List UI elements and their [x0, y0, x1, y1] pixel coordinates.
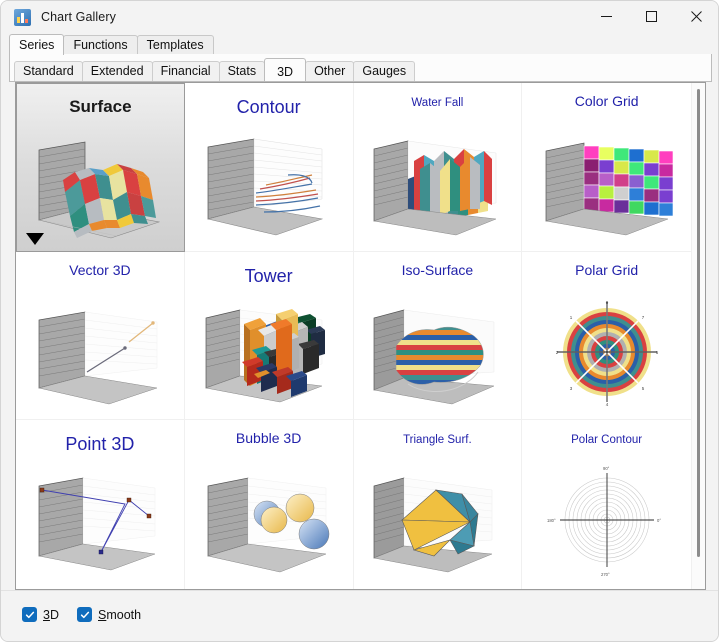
svg-text:4: 4: [605, 402, 608, 407]
chart-gallery-icon: [14, 8, 31, 26]
bubble-3d-thumb: [194, 464, 344, 578]
gallery-item-vector-3d[interactable]: Vector 3D: [16, 251, 185, 421]
tab-templates[interactable]: Templates: [136, 35, 214, 55]
svg-text:5: 5: [641, 386, 644, 391]
svg-text:6: 6: [655, 350, 658, 355]
svg-text:7: 7: [641, 315, 644, 320]
polar-label-left: 180°: [547, 518, 556, 523]
gallery-item-water-fall[interactable]: Water Fall: [353, 83, 523, 252]
tab-extended[interactable]: Extended: [81, 61, 153, 81]
checkbox-3d-box[interactable]: [22, 607, 37, 622]
gallery-item-label: Triangle Surf.: [403, 434, 472, 447]
waterfall-3d-thumb: [362, 127, 512, 241]
svg-text:0: 0: [605, 300, 608, 305]
contour-3d-thumb: [194, 127, 344, 241]
label-rest: mooth: [106, 607, 142, 622]
gallery-item-label: Water Fall: [411, 97, 464, 109]
gallery-item-label: Vector 3D: [69, 261, 131, 278]
accel-char: 3: [43, 607, 50, 622]
gallery-item-label: Contour: [236, 97, 301, 117]
secondary-tab-strip: Standard Extended Financial Stats 3D Oth…: [14, 58, 416, 81]
checkbox-smooth[interactable]: Smooth: [77, 607, 141, 622]
colorgrid-3d-thumb: [532, 127, 682, 241]
checkbox-3d[interactable]: 3D: [22, 607, 59, 622]
gallery-item-point-3d[interactable]: Point 3D: [16, 420, 185, 589]
vector-3d-thumb: [25, 296, 175, 410]
secondary-tab-panel: Standard Extended Financial Stats 3D Oth…: [9, 54, 712, 82]
checkbox-smooth-box[interactable]: [77, 607, 92, 622]
selection-marker: [26, 232, 44, 245]
gallery-item-label: Color Grid: [574, 93, 639, 109]
polar-label-top: 90°: [603, 466, 610, 471]
gallery-item-label: Tower: [244, 265, 293, 286]
gallery-item-polar-grid[interactable]: Polar Grid 0 7 6 5 4 3 2 1: [522, 251, 691, 421]
gallery-item-tower[interactable]: Tower: [184, 251, 354, 421]
checkbox-3d-label: 3D: [43, 608, 59, 622]
gallery-item-bubble-3d[interactable]: Bubble 3D: [184, 420, 354, 589]
chart-gallery-panel: Surface Contour Water Fall Color Grid Ve…: [15, 82, 706, 590]
gallery-item-label: Surface: [69, 97, 132, 116]
window-title: Chart Gallery: [41, 10, 116, 24]
gallery-item-color-grid[interactable]: Color Grid: [522, 83, 691, 252]
svg-text:3: 3: [569, 386, 572, 391]
gallery-item-surface[interactable]: Surface: [16, 83, 185, 252]
tab-functions[interactable]: Functions: [63, 35, 138, 55]
svg-text:1: 1: [569, 315, 572, 320]
tab-series[interactable]: Series: [9, 34, 65, 55]
close-icon[interactable]: [674, 1, 718, 32]
maximize-icon[interactable]: [629, 1, 674, 32]
gallery-item-polar-contour[interactable]: Polar Contour 90° 0° 180° 270°: [522, 420, 691, 589]
point-3d-thumb: [25, 464, 175, 578]
checkbox-smooth-label: Smooth: [98, 608, 141, 622]
gallery-item-label: Polar Grid: [575, 261, 639, 278]
gallery-item-label: Polar Contour: [571, 434, 643, 447]
gallery-item-label: Point 3D: [65, 434, 135, 455]
gallery-item-triangle-surf[interactable]: Triangle Surf.: [353, 420, 523, 589]
polar-label-right: 0°: [657, 518, 661, 523]
isosurface-3d-thumb: [362, 296, 512, 410]
gallery-item-contour[interactable]: Contour: [184, 83, 354, 252]
polar-label-bottom: 270°: [601, 572, 610, 577]
title-bar: Chart Gallery: [1, 1, 718, 33]
gallery-item-label: Iso-Surface: [401, 261, 474, 278]
tab-other[interactable]: Other: [305, 61, 355, 81]
label-rest: D: [49, 607, 59, 622]
tab-stats[interactable]: Stats: [218, 61, 266, 81]
gallery-item-iso-surface[interactable]: Iso-Surface: [353, 251, 523, 421]
primary-tab-strip: Series Functions Templates: [9, 34, 712, 55]
tab-financial[interactable]: Financial: [151, 61, 220, 81]
polarcontour-3d-thumb: 90° 0° 180° 270°: [532, 464, 682, 578]
chart-gallery-window: Chart Gallery Series Functions Templates…: [0, 0, 719, 642]
minimize-icon[interactable]: [584, 1, 629, 32]
tab-3d[interactable]: 3D: [264, 58, 307, 81]
chart-type-grid: Surface Contour Water Fall Color Grid Ve…: [16, 83, 691, 589]
dialog-footer: 3D Smooth Opera OK Cancel: [1, 590, 718, 641]
polargrid-3d-thumb: 0 7 6 5 4 3 2 1: [532, 296, 682, 410]
gallery-scrollbar-thumb[interactable]: [697, 89, 700, 557]
trianglesurf-3d-thumb: [362, 464, 512, 578]
surface-3d-thumb: [25, 128, 175, 242]
tab-standard[interactable]: Standard: [14, 61, 83, 81]
tab-gauges[interactable]: Gauges: [353, 61, 416, 81]
gallery-item-label: Bubble 3D: [235, 430, 302, 447]
svg-text:2: 2: [555, 350, 558, 355]
tower-3d-thumb: [194, 296, 344, 410]
gallery-scrollbar[interactable]: [691, 83, 705, 589]
